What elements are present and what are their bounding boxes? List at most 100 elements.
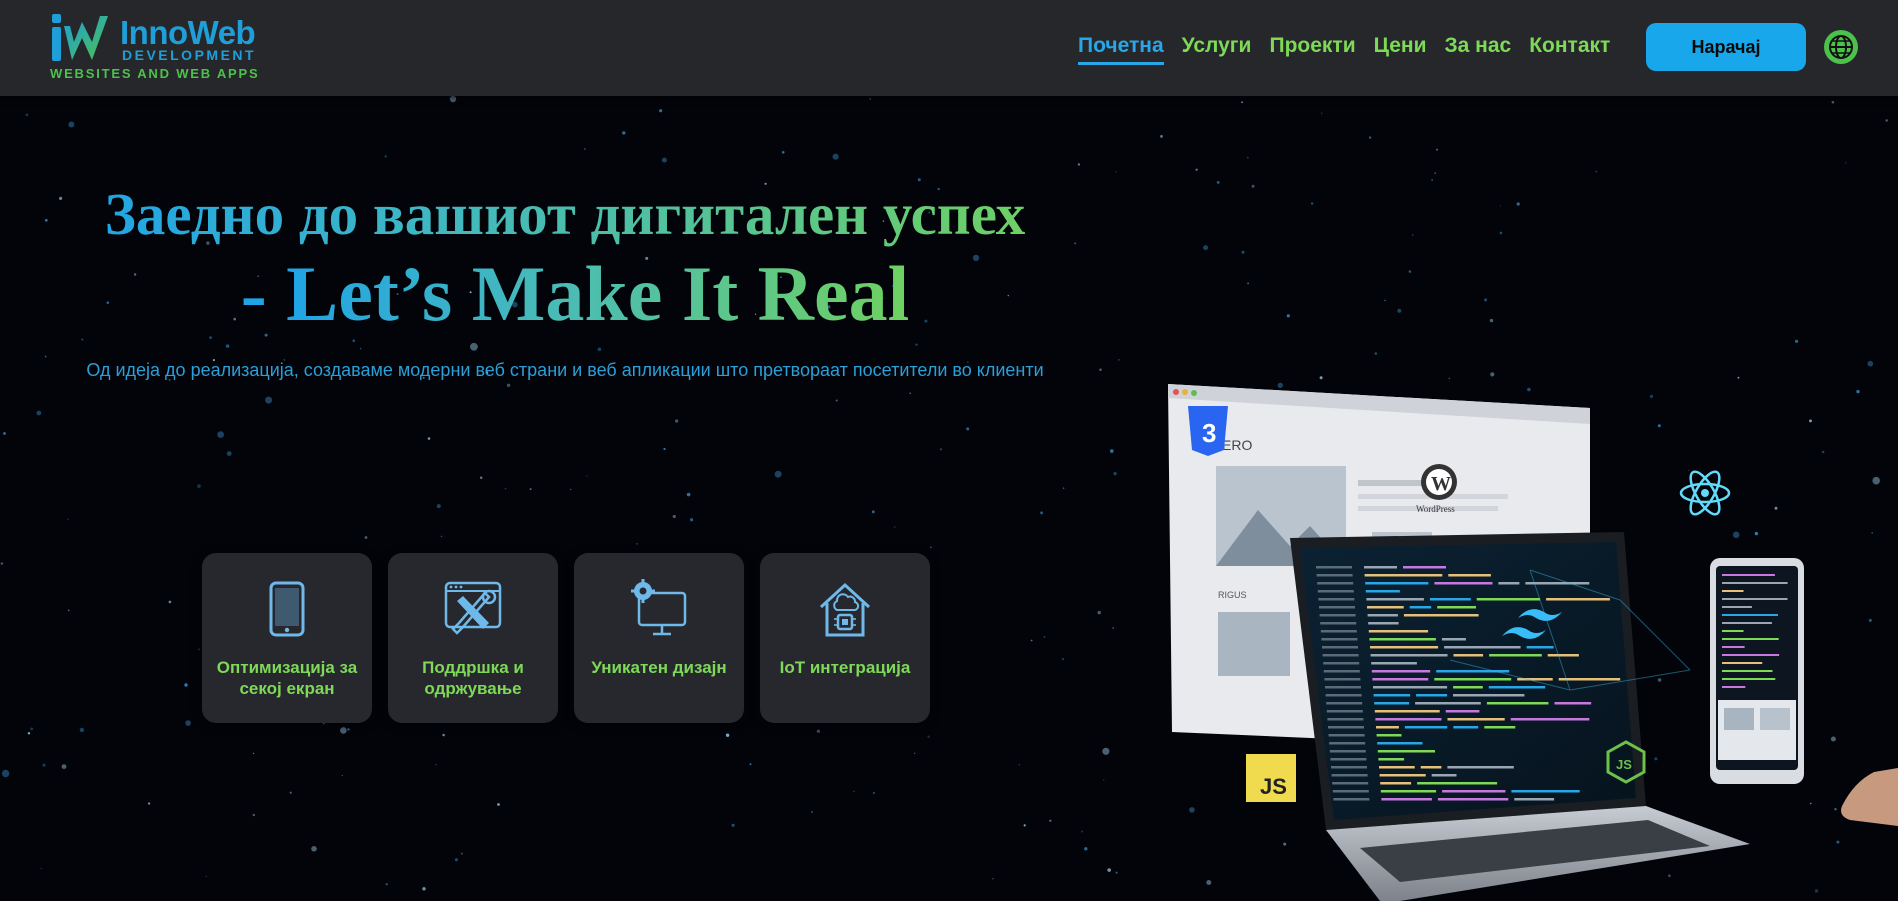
star	[364, 536, 368, 539]
star	[1103, 779, 1105, 781]
hero-subtitle: - Let’s Make It Real	[190, 250, 960, 338]
main-nav: Почетна Услуги Проекти Цени За нас Конта…	[1078, 34, 1610, 65]
star	[1099, 368, 1102, 372]
code-token	[1416, 694, 1448, 697]
code-token	[1476, 598, 1541, 601]
star	[44, 355, 47, 358]
star	[504, 487, 507, 490]
star	[1115, 171, 1117, 173]
star	[570, 488, 572, 491]
code-token	[1420, 766, 1442, 769]
nav-link-projects[interactable]: Проекти	[1269, 34, 1355, 65]
code-line	[1330, 758, 1367, 761]
star	[636, 543, 638, 545]
svg-text:JS: JS	[1616, 757, 1632, 772]
star	[686, 492, 691, 497]
code-token	[1366, 598, 1424, 601]
code-line	[1320, 622, 1357, 625]
code-line	[1322, 646, 1358, 649]
star	[106, 301, 110, 304]
star	[1595, 171, 1597, 173]
react-icon	[1679, 470, 1731, 516]
phone-code-line	[1722, 614, 1778, 616]
code-token	[1453, 726, 1479, 729]
feature-label: Уникатен дизајн	[591, 658, 727, 677]
star	[1397, 308, 1402, 313]
tablet-icon	[269, 581, 305, 637]
code-token	[1417, 782, 1498, 785]
code-token	[1365, 582, 1429, 585]
code-line	[1325, 694, 1362, 697]
nav-link-prices[interactable]: Цени	[1374, 34, 1427, 65]
star	[1484, 298, 1488, 302]
browser-section-label: RIGUS	[1218, 590, 1247, 600]
star	[1102, 747, 1110, 755]
wordpress-label: WordPress	[1416, 504, 1455, 514]
star	[659, 109, 663, 113]
star	[1795, 339, 1799, 343]
phone-mockup	[1710, 558, 1804, 784]
star	[323, 723, 325, 725]
star	[226, 451, 232, 456]
order-button[interactable]: Нарачај	[1646, 23, 1806, 71]
star	[436, 504, 441, 509]
phone-code-line	[1722, 622, 1772, 624]
phone-code-line	[1722, 646, 1745, 648]
star	[853, 790, 855, 793]
nav-link-home[interactable]: Почетна	[1078, 34, 1164, 65]
code-token	[1445, 710, 1480, 713]
phone-code-line	[1722, 654, 1780, 656]
star	[675, 419, 679, 423]
star	[1310, 202, 1314, 205]
nav-link-contact[interactable]: Контакт	[1529, 34, 1610, 65]
logo-mark-icon	[52, 14, 108, 61]
code-line	[1329, 742, 1366, 745]
star	[1, 769, 10, 778]
code-token	[1453, 694, 1525, 697]
star	[749, 763, 752, 766]
code-token	[1403, 614, 1479, 617]
star	[253, 752, 255, 755]
logo[interactable]: InnoWeb DEVELOPMENT WEBSITES AND WEB APP…	[50, 12, 290, 82]
code-line	[1316, 566, 1352, 569]
star	[442, 733, 445, 737]
star	[422, 887, 426, 891]
code-token	[1511, 790, 1580, 793]
star	[1845, 162, 1847, 164]
code-token	[1453, 686, 1483, 689]
star	[1040, 511, 1044, 515]
nav-link-about[interactable]: За нас	[1444, 34, 1511, 65]
code-token	[1373, 686, 1448, 689]
code-token	[1448, 574, 1491, 577]
star	[1062, 487, 1065, 489]
code-line	[1328, 734, 1365, 737]
star	[1867, 360, 1874, 367]
code-line	[1321, 638, 1358, 641]
hero-subtitle-dash: -	[240, 250, 287, 337]
phone-code-line	[1722, 686, 1746, 688]
star	[1216, 181, 1220, 184]
code-token	[1370, 646, 1439, 649]
globe-icon[interactable]	[1823, 29, 1859, 65]
phone-code-line	[1722, 662, 1763, 664]
star	[347, 728, 350, 731]
star	[385, 883, 388, 886]
code-token	[1373, 694, 1411, 697]
star	[0, 562, 4, 565]
star	[992, 878, 994, 880]
star	[1431, 179, 1433, 181]
hero-description: Од идеја до реализација, создаваме модер…	[86, 360, 1044, 380]
javascript-icon: JS	[1246, 754, 1296, 802]
code-token	[1380, 790, 1437, 793]
nav-link-services[interactable]: Услуги	[1182, 34, 1252, 65]
code-token	[1368, 622, 1399, 625]
code-token	[1377, 742, 1423, 745]
star	[731, 823, 735, 827]
star	[909, 392, 911, 395]
star	[30, 727, 34, 731]
hero-illustration: ERO RIGUS 3 W WordPress JS JS	[1168, 384, 1898, 901]
star	[341, 774, 343, 777]
star	[871, 510, 875, 514]
laptop-mockup	[1290, 532, 1750, 901]
star	[1374, 352, 1378, 355]
